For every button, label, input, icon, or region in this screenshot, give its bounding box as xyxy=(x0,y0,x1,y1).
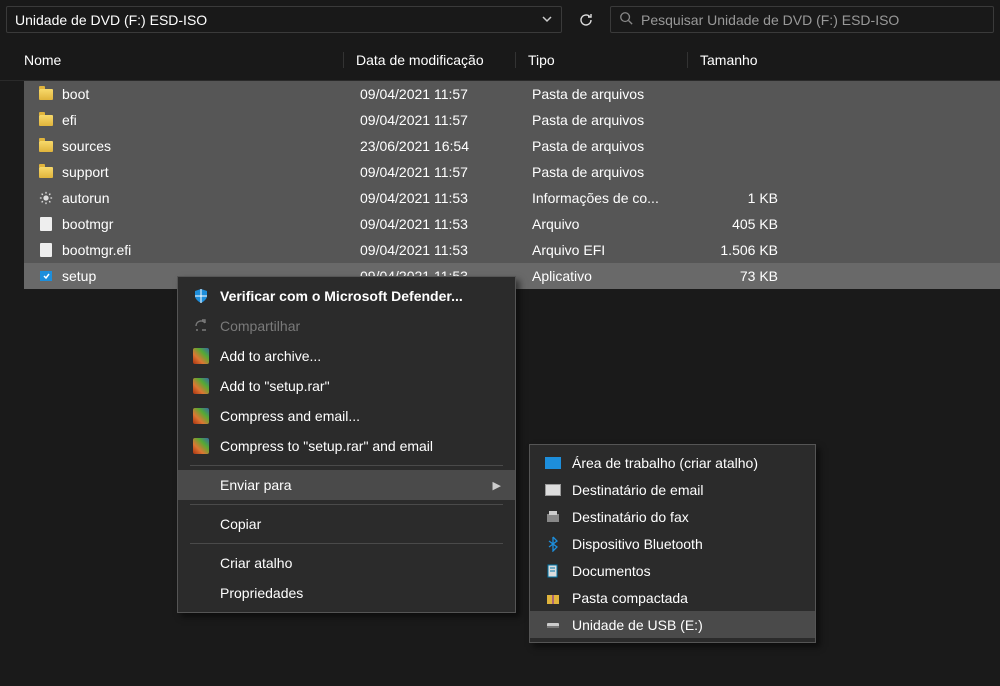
menu-send-to[interactable]: Enviar para ▶ xyxy=(178,470,515,500)
folder-icon xyxy=(38,112,54,128)
menu-properties[interactable]: Propriedades xyxy=(178,578,515,608)
col-type[interactable]: Tipo xyxy=(528,52,688,68)
file-name: bootmgr xyxy=(62,216,360,232)
refresh-button[interactable] xyxy=(570,6,602,33)
shield-icon xyxy=(192,287,210,305)
sendto-usb[interactable]: Unidade de USB (E:) xyxy=(530,611,815,638)
sendto-documents[interactable]: Documentos xyxy=(530,557,815,584)
chevron-down-icon[interactable] xyxy=(541,12,553,28)
share-icon xyxy=(192,317,210,335)
sendto-fax[interactable]: Destinatário do fax xyxy=(530,503,815,530)
mail-icon xyxy=(544,481,562,499)
rar-icon xyxy=(192,377,210,395)
file-icon xyxy=(38,242,54,258)
table-row[interactable]: sources23/06/2021 16:54Pasta de arquivos xyxy=(24,133,1000,159)
file-type: Arquivo EFI xyxy=(532,242,710,258)
file-type: Pasta de arquivos xyxy=(532,164,710,180)
search-placeholder: Pesquisar Unidade de DVD (F:) ESD-ISO xyxy=(641,12,899,28)
folder-icon xyxy=(38,164,54,180)
file-name: boot xyxy=(62,86,360,102)
address-bar[interactable]: Unidade de DVD (F:) ESD-ISO xyxy=(6,6,562,33)
search-input[interactable]: Pesquisar Unidade de DVD (F:) ESD-ISO xyxy=(610,6,994,33)
rar-icon xyxy=(192,437,210,455)
bluetooth-icon xyxy=(544,535,562,553)
file-modified: 09/04/2021 11:53 xyxy=(360,216,532,232)
fax-icon xyxy=(544,508,562,526)
rar-icon xyxy=(192,347,210,365)
table-row[interactable]: bootmgr09/04/2021 11:53Arquivo405 KB xyxy=(24,211,1000,237)
file-name: support xyxy=(62,164,360,180)
documents-icon xyxy=(544,562,562,580)
menu-defender[interactable]: Verificar com o Microsoft Defender... xyxy=(178,281,515,311)
file-modified: 09/04/2021 11:57 xyxy=(360,112,532,128)
send-to-submenu: Área de trabalho (criar atalho) Destinat… xyxy=(529,444,816,643)
file-type: Pasta de arquivos xyxy=(532,112,710,128)
rar-icon xyxy=(192,407,210,425)
file-type: Pasta de arquivos xyxy=(532,138,710,154)
file-type: Arquivo xyxy=(532,216,710,232)
zip-icon xyxy=(544,589,562,607)
app-icon xyxy=(38,268,54,284)
file-modified: 09/04/2021 11:57 xyxy=(360,164,532,180)
file-size: 73 KB xyxy=(710,268,778,284)
file-modified: 09/04/2021 11:53 xyxy=(360,190,532,206)
sendto-email[interactable]: Destinatário de email xyxy=(530,476,815,503)
chevron-right-icon: ▶ xyxy=(493,479,501,492)
menu-separator xyxy=(190,504,503,505)
column-headers: Nome Data de modificação Tipo Tamanho xyxy=(0,39,1000,81)
menu-separator xyxy=(190,543,503,544)
menu-add-setup-rar[interactable]: Add to "setup.rar" xyxy=(178,371,515,401)
gear-icon xyxy=(38,190,54,206)
file-type: Aplicativo xyxy=(532,268,710,284)
col-size[interactable]: Tamanho xyxy=(700,52,780,68)
file-name: autorun xyxy=(62,190,360,206)
file-modified: 09/04/2021 11:53 xyxy=(360,242,532,258)
menu-shortcut[interactable]: Criar atalho xyxy=(178,548,515,578)
table-row[interactable]: support09/04/2021 11:57Pasta de arquivos xyxy=(24,159,1000,185)
col-modified[interactable]: Data de modificação xyxy=(356,52,516,68)
menu-copy[interactable]: Copiar xyxy=(178,509,515,539)
address-path: Unidade de DVD (F:) ESD-ISO xyxy=(15,12,535,28)
col-name[interactable]: Nome xyxy=(24,52,344,68)
folder-icon xyxy=(38,86,54,102)
context-menu: Verificar com o Microsoft Defender... Co… xyxy=(177,276,516,613)
search-icon xyxy=(619,11,633,28)
usb-drive-icon xyxy=(544,616,562,634)
table-row[interactable]: efi09/04/2021 11:57Pasta de arquivos xyxy=(24,107,1000,133)
sendto-bluetooth[interactable]: Dispositivo Bluetooth xyxy=(530,530,815,557)
file-list: boot09/04/2021 11:57Pasta de arquivosefi… xyxy=(0,81,1000,289)
menu-share: Compartilhar xyxy=(178,311,515,341)
file-icon xyxy=(38,216,54,232)
menu-add-archive[interactable]: Add to archive... xyxy=(178,341,515,371)
file-type: Informações de co... xyxy=(532,190,710,206)
file-name: bootmgr.efi xyxy=(62,242,360,258)
file-name: sources xyxy=(62,138,360,154)
menu-compress-setup-email[interactable]: Compress to "setup.rar" and email xyxy=(178,431,515,461)
file-size: 405 KB xyxy=(710,216,778,232)
table-row[interactable]: bootmgr.efi09/04/2021 11:53Arquivo EFI1.… xyxy=(24,237,1000,263)
sendto-desktop[interactable]: Área de trabalho (criar atalho) xyxy=(530,449,815,476)
file-modified: 09/04/2021 11:57 xyxy=(360,86,532,102)
folder-icon xyxy=(38,138,54,154)
menu-compress-email[interactable]: Compress and email... xyxy=(178,401,515,431)
file-type: Pasta de arquivos xyxy=(532,86,710,102)
desktop-icon xyxy=(544,454,562,472)
table-row[interactable]: autorun09/04/2021 11:53Informações de co… xyxy=(24,185,1000,211)
file-modified: 23/06/2021 16:54 xyxy=(360,138,532,154)
sendto-zip[interactable]: Pasta compactada xyxy=(530,584,815,611)
table-row[interactable]: boot09/04/2021 11:57Pasta de arquivos xyxy=(24,81,1000,107)
file-name: efi xyxy=(62,112,360,128)
menu-separator xyxy=(190,465,503,466)
file-size: 1.506 KB xyxy=(710,242,778,258)
file-size: 1 KB xyxy=(710,190,778,206)
